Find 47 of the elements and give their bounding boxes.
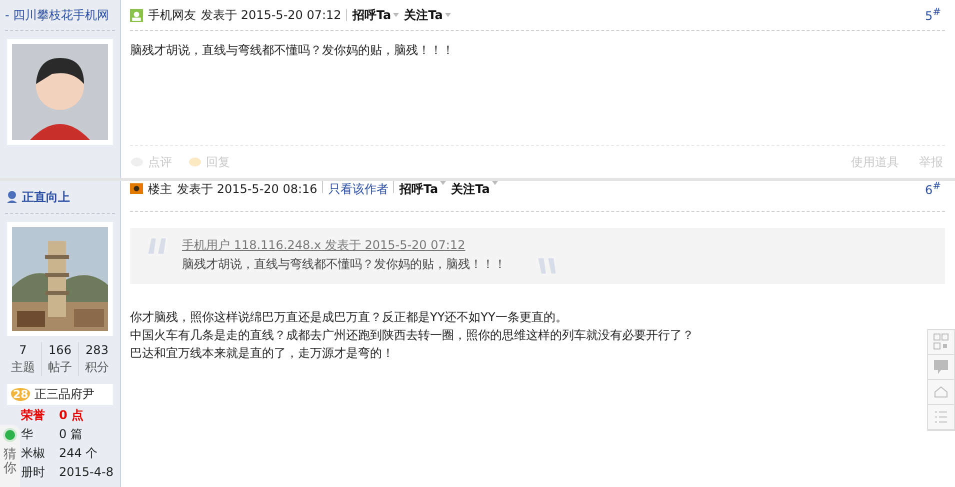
stat-label[interactable]: 积分 bbox=[85, 359, 109, 376]
post-text: 巴达和宜万线本来就是直的了，走万源才是弯的！ bbox=[130, 345, 395, 362]
action-link[interactable]: 招呼Ta bbox=[399, 181, 438, 198]
detail-value: 244 个 bbox=[59, 445, 98, 462]
camera-icon bbox=[130, 181, 143, 194]
post-text: 脑残才胡说，直线与弯线都不懂吗？发你妈的贴，脑残！！！ bbox=[130, 42, 455, 59]
floor-number[interactable]: 5$^{#}$ bbox=[924, 7, 941, 23]
action-link[interactable]: 关注Ta bbox=[451, 181, 490, 198]
detail-label: 册时 bbox=[21, 464, 46, 481]
detail-label: 荣誉 bbox=[21, 407, 46, 424]
poster-name: 手机网友 bbox=[148, 6, 196, 24]
caret-icon bbox=[444, 13, 451, 17]
stat-value: 166 bbox=[48, 342, 72, 359]
caret-icon bbox=[440, 181, 446, 185]
poster-name: 楼主 bbox=[148, 181, 172, 198]
post-text: 中国火车有几条是走的直线？成都去广州还跑到陕西去转一圈，照你的思维这样的列车就没有必要开行了？ bbox=[130, 327, 695, 344]
stat-label[interactable]: 帖子 bbox=[48, 359, 72, 376]
post-text: 你才脑残，照你这样说绵巴万直还是成巴万直？反正都是YY还不如YY一条更直的。 bbox=[130, 309, 568, 326]
username-link[interactable]: 正直向上 bbox=[22, 188, 70, 206]
avatar-icon bbox=[12, 44, 108, 140]
detail-value: 0 点 bbox=[59, 407, 84, 424]
caret-icon bbox=[492, 181, 498, 185]
level-badge: 28 bbox=[11, 388, 30, 401]
quote-source: 手机用户 118.116.248.x 发表于 2015-5-20 07:12 bbox=[182, 237, 466, 254]
detail-label: 华 bbox=[21, 426, 34, 443]
floor-number[interactable]: 6$^{#}$ bbox=[924, 181, 941, 197]
detail-value: 0 篇 bbox=[59, 426, 82, 443]
stat-value: 283 bbox=[86, 342, 108, 359]
caret-icon bbox=[393, 13, 400, 17]
post-time: 发表于 2015-5-20 07:12 bbox=[201, 6, 342, 24]
widget-text: 猜你 bbox=[4, 448, 16, 477]
post-time: 发表于 2015-5-20 08:16 bbox=[177, 181, 318, 198]
recommend-widget[interactable]: 猜你 bbox=[0, 425, 20, 487]
phone-user-icon bbox=[130, 8, 143, 22]
stat-label[interactable]: 主题 bbox=[11, 359, 35, 376]
rank-title: 正三品府尹 bbox=[34, 386, 94, 403]
action-link[interactable]: 招呼Ta bbox=[352, 6, 392, 24]
detail-label: 米椒 bbox=[21, 445, 46, 462]
stat-value: 7 bbox=[19, 342, 27, 359]
action-link[interactable]: 关注Ta bbox=[404, 6, 443, 24]
username-link[interactable]: - 四川攀枝花手机网 bbox=[5, 6, 110, 24]
user-icon bbox=[5, 190, 19, 204]
close-quote-icon bbox=[536, 258, 558, 276]
detail-value: 2015-4-8 bbox=[59, 464, 114, 481]
quote-text: 脑残才胡说，直线与弯线都不懂吗？发你妈的贴，脑残！！！ bbox=[182, 256, 506, 273]
author-only-link[interactable]: 只看该作者 bbox=[328, 181, 388, 198]
open-quote-icon bbox=[146, 236, 168, 254]
